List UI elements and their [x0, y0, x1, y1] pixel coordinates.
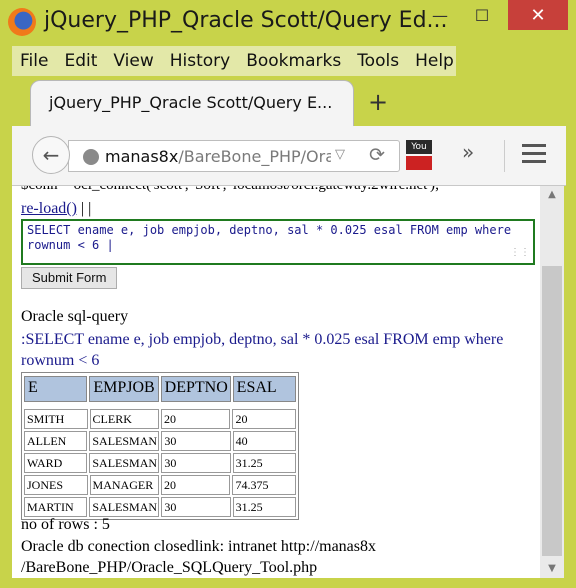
table-cell: MANAGER [89, 475, 159, 495]
menu-help[interactable]: Help [407, 51, 462, 71]
table-cell: 40 [232, 431, 296, 451]
connection-closed-line: Oracle db conection closedlink: intranet… [21, 538, 377, 555]
tab-label: jQuery_PHP_Qracle Scott/Query E... [49, 93, 333, 112]
table-cell: 30 [161, 431, 231, 451]
reload-suffix: | | [80, 200, 92, 217]
table-row: WARD SALESMAN 30 31.25 [23, 452, 297, 474]
table-cell: 31.25 [232, 453, 296, 473]
submit-form-button[interactable]: Submit Form [21, 267, 118, 289]
query-input-text: SELECT ename e, job empjob, deptno, sal … [27, 223, 512, 252]
query-display: :SELECT ename e, job empjob, deptno, sal… [21, 331, 504, 369]
results-table: E EMPJOB DEPTNO ESAL SMITH CLERK 20 20 A… [21, 372, 299, 520]
url-host: manas8x [105, 147, 179, 166]
menu-bar: File Edit View History Bookmarks Tools H… [12, 46, 456, 76]
globe-icon [83, 149, 99, 165]
youtube-label: You [406, 140, 432, 154]
table-cell: SMITH [24, 409, 88, 429]
table-cell: SALESMAN [89, 431, 160, 451]
reload-link[interactable]: re-load() [21, 200, 77, 217]
column-header: EMPJOB [89, 376, 159, 402]
close-button[interactable]: ✕ [508, 0, 568, 30]
youtube-tube [406, 156, 432, 170]
table-cell: 30 [161, 453, 231, 473]
menu-edit[interactable]: Edit [56, 51, 105, 71]
scroll-down-arrow-icon[interactable]: ▼ [540, 560, 564, 578]
toolbar-divider [504, 140, 505, 172]
title-bar: jQuery_PHP_Qracle Scott/Query Ed... — ☐ … [0, 0, 576, 44]
table-cell: 20 [232, 409, 296, 429]
column-header: DEPTNO [160, 376, 231, 402]
table-body: SMITH CLERK 20 20 ALLEN SALESMAN 30 40 W… [23, 408, 297, 518]
overflow-chevron-icon[interactable]: » [462, 140, 474, 164]
menu-bookmarks[interactable]: Bookmarks [238, 51, 349, 71]
firefox-logo-icon [8, 8, 36, 36]
table-row: JONES MANAGER 20 74.375 [23, 474, 297, 496]
minimize-button[interactable]: — [420, 0, 460, 30]
table-cell: 74.375 [232, 475, 296, 495]
url-path: /BareBone_PHP/Ora [178, 147, 331, 166]
table-cell: 31.25 [232, 497, 296, 517]
query-textarea[interactable]: SELECT ename e, job empjob, deptno, sal … [21, 219, 535, 265]
table-cell: 20 [161, 409, 231, 429]
back-button[interactable]: ← [32, 136, 70, 174]
resize-grip-icon[interactable]: ⋮⋮ [510, 245, 530, 260]
table-header-row: E EMPJOB DEPTNO ESAL [23, 374, 297, 404]
row-count: no of rows : 5 [21, 516, 110, 533]
menu-tools[interactable]: Tools [349, 51, 407, 71]
column-header: E [24, 376, 88, 402]
column-header: ESAL [232, 376, 296, 402]
menu-history[interactable]: History [162, 51, 238, 71]
menu-file[interactable]: File [12, 51, 56, 71]
scrollbar-thumb[interactable] [542, 266, 562, 556]
table-cell: 20 [161, 475, 231, 495]
result-heading: Oracle sql-query [21, 308, 129, 325]
page-content: $conn = oci_connect('scott', 'Soft', 'lo… [12, 186, 540, 578]
table-row: ALLEN SALESMAN 30 40 [23, 430, 297, 452]
connection-closed-path: /BareBone_PHP/Oracle_SQLQuery_Tool.php [21, 559, 318, 576]
new-tab-button[interactable]: + [368, 88, 388, 116]
reload-row: re-load() | | [21, 200, 91, 218]
url-bar[interactable]: manas8x/BareBone_PHP/Ora ▽ ⟳ [68, 140, 400, 172]
reload-icon[interactable]: ⟳ [369, 144, 385, 166]
navigation-toolbar: manas8x/BareBone_PHP/Ora ▽ ⟳ ← You » [12, 126, 566, 186]
table-row: MARTIN SALESMAN 30 31.25 [23, 496, 297, 518]
chevron-down-icon[interactable]: ▽ [335, 147, 345, 162]
table-cell: MARTIN [24, 497, 88, 517]
table-cell: WARD [24, 453, 88, 473]
table-cell: 30 [161, 497, 231, 517]
connect-code-line: $conn = oci_connect('scott', 'Soft', 'lo… [21, 186, 439, 194]
table-cell: SALESMAN [89, 453, 160, 473]
menu-view[interactable]: View [105, 51, 161, 71]
maximize-button[interactable]: ☐ [462, 0, 502, 30]
scroll-up-arrow-icon[interactable]: ▲ [540, 186, 564, 204]
window-title: jQuery_PHP_Qracle Scott/Query Ed... [44, 8, 448, 33]
table-row: SMITH CLERK 20 20 [23, 408, 297, 430]
url-text: manas8x/BareBone_PHP/Ora [105, 147, 331, 166]
table-cell: JONES [24, 475, 88, 495]
menu-hamburger-icon[interactable] [522, 144, 546, 164]
table-cell: SALESMAN [89, 497, 160, 517]
browser-tab[interactable]: jQuery_PHP_Qracle Scott/Query E... [30, 80, 354, 126]
youtube-icon[interactable]: You [406, 140, 432, 170]
table-cell: CLERK [89, 409, 159, 429]
vertical-scrollbar[interactable]: ▲ ▼ [540, 186, 564, 578]
table-cell: ALLEN [24, 431, 88, 451]
